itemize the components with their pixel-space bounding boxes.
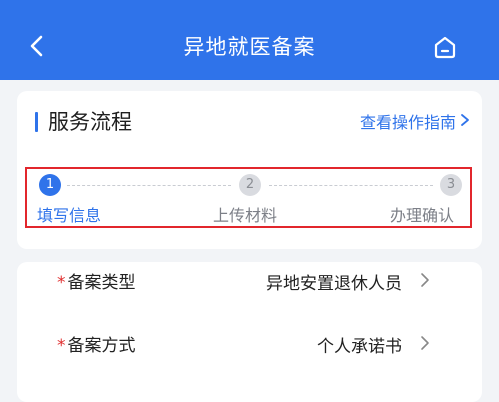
chevron-right-icon[interactable] (420, 272, 430, 288)
home-icon[interactable] (432, 34, 458, 60)
page-title: 异地就医备案 (183, 35, 316, 59)
step-1-label: 填写信息 (37, 206, 102, 225)
section-accent-bar (35, 112, 38, 132)
step-2-label: 上传材料 (213, 206, 278, 225)
filing-method-label-text: 备案方式 (67, 336, 136, 356)
step-3-circle: 3 (440, 174, 462, 196)
step-connector (67, 185, 231, 186)
filing-method-label: * 备案方式 (57, 331, 136, 356)
filing-type-label-text: 备案类型 (67, 273, 136, 293)
required-mark: * (57, 273, 66, 293)
step-3-label: 办理确认 (390, 206, 455, 225)
filing-type-label: * 备案类型 (57, 268, 136, 293)
service-flow-card: 服务流程 查看操作指南 1 2 3 填写信息 上传材料 办理确认 (17, 91, 482, 249)
filing-type-select[interactable]: 异地安置退休人员 (266, 269, 402, 294)
chevron-right-icon[interactable] (420, 335, 430, 351)
step-2-circle: 2 (239, 174, 261, 196)
required-mark: * (57, 336, 66, 356)
filing-method-select[interactable]: 个人承诺书 (317, 332, 402, 357)
chevron-right-icon[interactable] (460, 113, 470, 127)
step-1-circle: 1 (39, 174, 61, 196)
section-title: 服务流程 (48, 110, 132, 134)
step-connector (269, 185, 433, 186)
form-card: * 备案类型 异地安置退休人员 * 备案方式 个人承诺书 (17, 262, 482, 402)
view-guide-link[interactable]: 查看操作指南 (360, 109, 456, 133)
app-header: 异地就医备案 (0, 0, 499, 80)
